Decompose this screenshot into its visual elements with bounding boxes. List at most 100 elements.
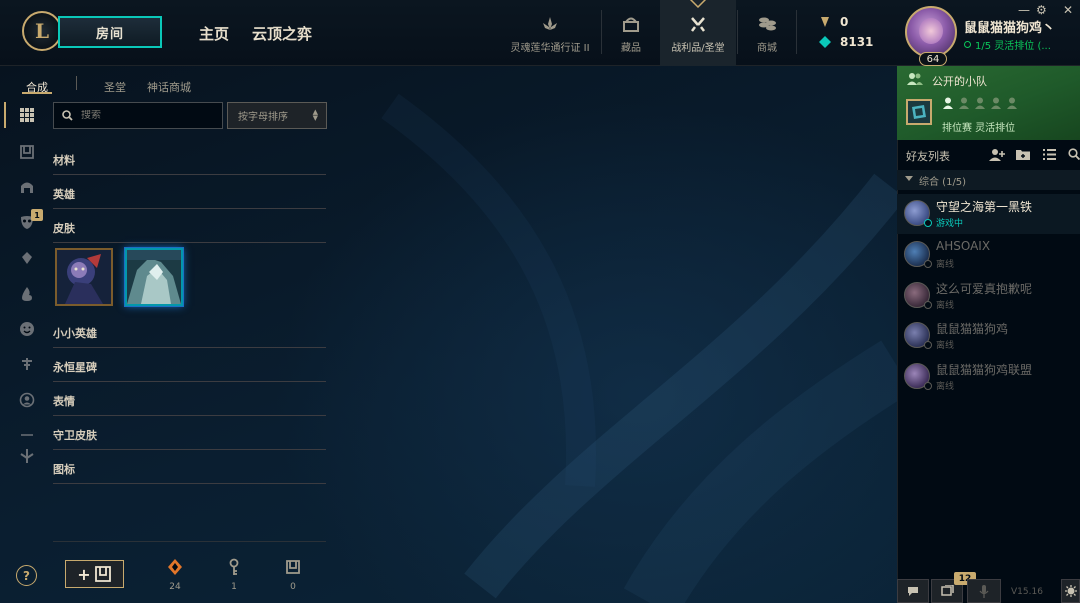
loot-icon xyxy=(687,14,709,34)
friend-name: AHSOAIX xyxy=(936,239,991,253)
search-friends-icon[interactable] xyxy=(1065,146,1080,162)
party-member-slot-icon xyxy=(943,97,953,109)
friend-item[interactable]: 守望之海第一黑铁 游戏中 xyxy=(897,194,1080,234)
friend-name: 守望之海第一黑铁 xyxy=(936,200,1033,214)
skin-shard-card-selected[interactable] xyxy=(125,248,183,306)
ward-icon[interactable] xyxy=(16,353,38,375)
search-input[interactable] xyxy=(81,110,211,121)
active-caret-icon xyxy=(689,0,707,8)
friend-name: 鼠鼠猫猫狗鸡联盟 xyxy=(936,363,1033,377)
store-icon xyxy=(756,14,778,34)
add-folder-icon[interactable] xyxy=(1014,146,1032,162)
tactician-icon[interactable] xyxy=(16,247,38,269)
status-offline-icon xyxy=(924,301,932,309)
settings-gear-icon[interactable]: ⚙ xyxy=(1036,3,1047,17)
voice-mic-icon[interactable] xyxy=(967,579,1001,603)
be-balance[interactable]: 8131 xyxy=(818,35,873,49)
status-offline-icon xyxy=(924,341,932,349)
skin-shard-art xyxy=(127,250,181,304)
nav-tft[interactable]: 云顶之弈 xyxy=(252,23,312,44)
status-ingame-icon xyxy=(924,219,932,227)
close-icon[interactable]: ✕ xyxy=(1063,3,1073,17)
bug-report-icon[interactable] xyxy=(1061,579,1080,603)
friend-item[interactable]: AHSOAIX 离线 xyxy=(897,235,1080,275)
plus-icon: + xyxy=(77,564,91,584)
friend-item[interactable]: 鼠鼠猫猫狗鸡联盟 离线 xyxy=(897,357,1080,397)
level-badge: 64 xyxy=(919,52,947,66)
chat-bubble-icon[interactable] xyxy=(897,579,929,603)
party-title: 公开的小队 xyxy=(932,75,987,88)
add-friend-icon[interactable] xyxy=(988,146,1006,162)
category-champions[interactable]: 英雄 xyxy=(53,186,326,209)
summoner-name[interactable]: 鼠鼠猫猫狗鸡丶 xyxy=(964,17,1055,36)
lotus-icon xyxy=(539,14,561,34)
league-logo-icon[interactable]: L xyxy=(22,11,62,51)
category-materials[interactable]: 材料 xyxy=(53,152,326,175)
nav-event-pass[interactable]: 灵魂莲华通行证 II xyxy=(500,0,600,66)
avatar-face xyxy=(919,18,943,44)
help-icon[interactable]: ? xyxy=(16,565,37,586)
sort-dropdown[interactable]: 按字母排序 ▲ ▼ xyxy=(227,102,327,129)
friend-status: 离线 xyxy=(936,301,955,311)
summoner-status[interactable]: 1/5 灵活排位 (... xyxy=(964,37,1051,52)
champion-helmet-icon[interactable] xyxy=(16,176,38,198)
key-counter: 1 xyxy=(219,557,249,592)
rp-balance[interactable]: 0 xyxy=(818,15,848,29)
friend-status: 离线 xyxy=(936,341,955,351)
nav-home[interactable]: 主页 xyxy=(199,23,229,44)
friend-avatar xyxy=(904,282,932,309)
tab-underline xyxy=(22,92,52,94)
category-tacticians[interactable]: 小小英雄 xyxy=(53,325,326,348)
emote-face-icon[interactable] xyxy=(16,318,38,340)
eternals-flame-icon[interactable] xyxy=(16,283,38,305)
friend-avatar xyxy=(904,322,932,349)
friend-avatar xyxy=(904,241,932,268)
friend-item[interactable]: 鼠鼠猫猫狗鸡 离线 xyxy=(897,316,1080,356)
tab-mythic-shop[interactable]: 神话商城 xyxy=(147,79,191,95)
category-eternals[interactable]: 永恒星碑 xyxy=(53,359,326,382)
friend-item[interactable]: 这么可爱真抱歉呢 离线 xyxy=(897,276,1080,316)
collapse-caret-icon xyxy=(905,176,913,181)
orange-essence-icon xyxy=(167,557,183,577)
category-emotes[interactable]: 表情 xyxy=(53,393,326,416)
key-icon xyxy=(227,557,241,577)
orange-essence-counter: 24 xyxy=(160,557,190,592)
minimize-icon[interactable]: — xyxy=(1018,3,1030,17)
profile-avatar[interactable]: 64 xyxy=(905,6,957,66)
friend-status: 离线 xyxy=(936,260,955,270)
party-room-button[interactable]: 房间 xyxy=(58,16,162,48)
status-offline-icon xyxy=(924,382,932,390)
tab-sanctum[interactable]: 圣堂 xyxy=(104,79,126,95)
profile-icon-filter-icon[interactable] xyxy=(16,389,38,411)
nav-store[interactable]: 商城 xyxy=(742,0,792,66)
category-icons[interactable]: 图标 xyxy=(53,461,326,484)
nav-loot[interactable]: 战利品/圣堂 xyxy=(660,0,736,66)
chest-filter-icon[interactable] xyxy=(16,141,38,163)
ranked-flex-mode-icon[interactable] xyxy=(906,99,932,125)
misc-loot-icon[interactable] xyxy=(16,445,38,467)
chest-counter: 0 xyxy=(278,557,308,592)
grid-all-icon[interactable] xyxy=(16,104,38,126)
divider-dash-icon xyxy=(16,424,38,446)
skin-shard-card[interactable] xyxy=(55,248,113,306)
sort-selected-label: 按字母排序 xyxy=(238,112,288,123)
nav-collection[interactable]: 藏品 xyxy=(606,0,656,66)
friend-group-label: 综合 (1/5) xyxy=(919,177,967,188)
chest-icon xyxy=(94,566,111,582)
friend-name: 鼠鼠猫猫狗鸡 xyxy=(936,322,1009,336)
friend-name: 这么可爱真抱歉呢 xyxy=(936,282,1033,296)
divider xyxy=(601,10,602,54)
party-empty-slot-icon xyxy=(959,97,969,109)
skins-badge: 1 xyxy=(31,209,43,221)
craft-chest-button[interactable]: + xyxy=(65,560,124,588)
friend-status: 离线 xyxy=(936,382,955,392)
list-view-icon[interactable] xyxy=(1040,146,1058,162)
category-skins[interactable]: 皮肤 xyxy=(53,220,326,243)
category-ward-skins[interactable]: 守卫皮肤 xyxy=(53,427,326,450)
friends-list-title: 好友列表 xyxy=(906,150,950,163)
blue-essence-icon xyxy=(818,35,832,49)
party-empty-slot-icon xyxy=(975,97,985,109)
party-people-icon xyxy=(907,73,923,85)
party-empty-slot-icon xyxy=(1007,97,1017,109)
search-box[interactable] xyxy=(53,102,223,129)
